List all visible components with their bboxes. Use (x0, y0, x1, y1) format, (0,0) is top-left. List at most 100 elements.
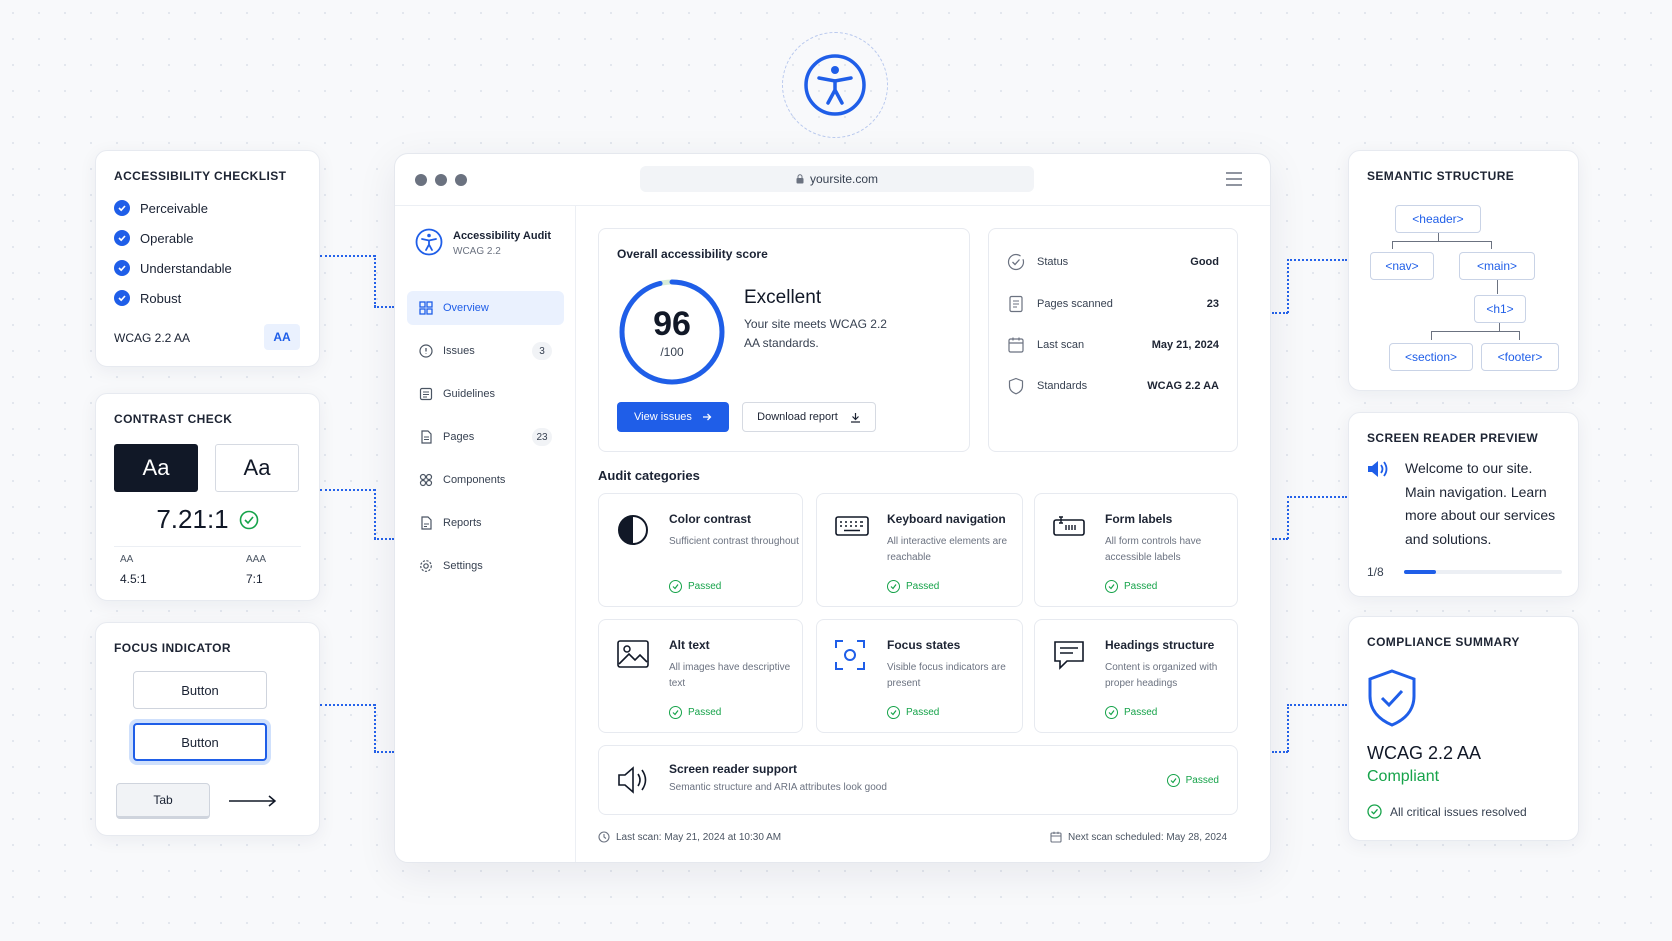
semantic-structure-card: SEMANTIC STRUCTURE <header> <nav> <main>… (1348, 150, 1579, 391)
category-title: Keyboard navigation (887, 512, 1006, 526)
window-dot[interactable] (435, 174, 447, 186)
window-dot[interactable] (455, 174, 467, 186)
stats-panel: Status Good Pages scanned 23 Last scan M… (988, 228, 1238, 452)
image-icon (617, 640, 649, 668)
category-desc: All images have descriptive text (669, 662, 791, 689)
stat-label: Last scan (1037, 339, 1085, 351)
grid-icon (419, 301, 433, 315)
sidebar-item-issues[interactable]: Issues 3 (407, 334, 564, 368)
calendar-icon (1050, 831, 1062, 843)
pages-count-badge: 23 (532, 428, 552, 446)
tag-nav: <nav> (1370, 252, 1434, 280)
sidebar-item-label: Overview (443, 302, 489, 314)
arrow-right-icon (228, 795, 278, 807)
sidebar-item-guidelines[interactable]: Guidelines (407, 377, 564, 411)
focus-indicator-card: FOCUS INDICATOR Button Button Tab (95, 622, 320, 836)
category-headings-structure[interactable]: Headings structure Content is organized … (1034, 619, 1238, 733)
score-value: 96 (653, 305, 691, 343)
score-rating: Excellent (744, 287, 822, 308)
checklist-label: Robust (140, 290, 182, 306)
compliance-note: All critical issues resolved (1390, 804, 1527, 819)
menu-icon[interactable] (1226, 172, 1242, 186)
stat-label: Status (1037, 256, 1069, 268)
category-status: Passed (669, 580, 721, 593)
status-label: Passed (1124, 581, 1158, 592)
last-scan-footer: Last scan: May 21, 2024 at 10:30 AM (598, 831, 781, 843)
category-alt-text[interactable]: Alt text All images have descriptive tex… (598, 619, 803, 733)
stat-value: Good (1190, 256, 1219, 268)
status-label: Passed (1124, 707, 1158, 718)
category-form-labels[interactable]: Form labels All form controls have acces… (1034, 493, 1238, 607)
window-dot[interactable] (415, 174, 427, 186)
category-title: Color contrast (669, 512, 752, 526)
category-focus-states[interactable]: Focus states Visible focus indicators ar… (816, 619, 1023, 733)
compliance-standard: WCAG 2.2 AA (1367, 743, 1482, 763)
score-title: Overall accessibility score (617, 247, 768, 261)
category-screen-reader-support[interactable]: Screen reader support Semantic structure… (598, 745, 1238, 815)
score-panel: Overall accessibility score 96 /100 Exce… (598, 228, 970, 452)
wcag-level-badge: AA (264, 324, 300, 350)
category-title: Focus states (887, 638, 961, 652)
stat-label: Pages scanned (1037, 298, 1113, 310)
status-label: Passed (1185, 775, 1219, 786)
compliance-summary-card: COMPLIANCE SUMMARY WCAG 2.2 AA Compliant… (1348, 616, 1579, 841)
screen-reader-title: SCREEN READER PREVIEW (1367, 431, 1539, 445)
sidebar-item-overview[interactable]: Overview (407, 291, 564, 325)
category-desc: Content is organized with proper heading… (1105, 662, 1218, 689)
category-title: Alt text (669, 638, 710, 652)
status-label: Passed (688, 581, 722, 592)
category-title: Form labels (1105, 512, 1173, 526)
button-default[interactable]: Button (133, 671, 267, 709)
report-icon (419, 516, 433, 530)
checklist-title: ACCESSIBILITY CHECKLIST (114, 169, 287, 183)
stat-value: May 21, 2024 (1151, 339, 1219, 351)
checklist-item: Understandable (114, 253, 232, 283)
compliance-note-row: All critical issues resolved (1367, 804, 1527, 819)
contrast-icon (617, 514, 649, 546)
tag-footer: <footer> (1481, 343, 1559, 371)
check-circle-icon (887, 706, 900, 719)
speaker-icon (1367, 459, 1391, 479)
sidebar-item-label: Settings (443, 560, 483, 572)
status-label: Passed (906, 581, 940, 592)
sidebar-item-reports[interactable]: Reports (407, 506, 564, 540)
category-color-contrast[interactable]: Color contrast Sufficient contrast throu… (598, 493, 803, 607)
document-icon (1007, 295, 1025, 313)
check-circle-icon (239, 510, 259, 530)
accessibility-icon (803, 53, 867, 117)
download-report-label: Download report (757, 411, 838, 423)
sidebar-item-components[interactable]: Components (407, 463, 564, 497)
contrast-sample-light: Aa (215, 444, 299, 492)
issues-count-badge: 3 (532, 342, 552, 360)
sidebar-item-pages[interactable]: Pages 23 (407, 420, 564, 454)
progress-label: 1/8 (1367, 565, 1384, 579)
sidebar-item-label: Components (443, 474, 506, 486)
status-label: Passed (688, 707, 722, 718)
lock-icon (796, 174, 804, 184)
button-focused[interactable]: Button (133, 723, 267, 761)
components-icon (419, 473, 433, 487)
category-keyboard-navigation[interactable]: Keyboard navigation All interactive elem… (816, 493, 1023, 607)
stat-standards: Standards WCAG 2.2 AA (1007, 373, 1219, 399)
semantic-title: SEMANTIC STRUCTURE (1367, 169, 1515, 183)
address-bar[interactable]: yoursite.com (640, 166, 1034, 192)
view-issues-button[interactable]: View issues (617, 402, 729, 432)
download-report-button[interactable]: Download report (742, 402, 876, 432)
audit-title: Audit categories (598, 468, 700, 483)
category-desc: Sufficient contrast throughout (669, 536, 799, 547)
aaa-label: AAA (246, 554, 267, 565)
accessibility-emblem (782, 32, 888, 138)
window-controls (415, 173, 475, 191)
browser-topbar: yoursite.com (395, 154, 1270, 206)
category-title: Screen reader support (669, 762, 798, 776)
aaa-value: 7:1 (246, 572, 263, 586)
focus-icon (835, 640, 865, 670)
stat-status: Status Good (1007, 249, 1219, 275)
screen-reader-text: Welcome to our site. Main navigation. Le… (1405, 460, 1556, 547)
wcag-level-label: WCAG 2.2 AA (114, 331, 191, 345)
check-icon (114, 230, 130, 246)
accessibility-checklist-card: ACCESSIBILITY CHECKLIST Perceivable Oper… (95, 150, 320, 367)
sidebar-item-settings[interactable]: Settings (407, 549, 564, 583)
check-icon (114, 260, 130, 276)
keyboard-icon (835, 514, 869, 538)
